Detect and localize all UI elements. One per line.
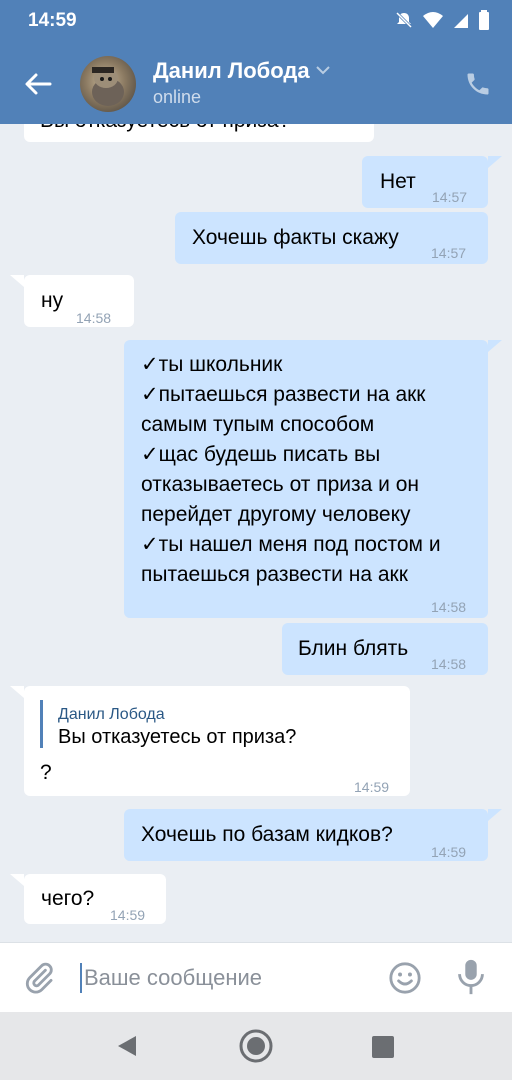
bubble-tail [10,686,24,698]
message-time: 14:57 [328,124,363,132]
signal-icon [454,14,468,28]
message-incoming[interactable]: Вы отказуетесь от приза? 14:57 [24,124,374,142]
phone-icon[interactable] [464,70,492,98]
message-incoming-reply[interactable]: Данил Лобода Вы отказуетесь от приза? ? … [24,686,410,796]
message-line: перейдет другому человеку [141,503,411,526]
message-outgoing[interactable]: ✓ты школьник ✓пытаешься развести на акк … [124,340,488,618]
message-text: Блин блять [298,637,409,660]
contact-status: online [153,87,202,107]
nav-back-icon[interactable] [116,1034,138,1058]
smile-icon[interactable] [388,961,422,995]
message-text: ну [41,289,64,312]
nav-recent-icon[interactable] [372,1036,394,1058]
message-time: 14:58 [431,656,467,672]
message-line: ✓ты школьник [141,353,283,376]
system-nav-bar [0,1012,512,1080]
message-outgoing[interactable]: Нет 14:57 [362,156,488,208]
message-outgoing[interactable]: Хочешь факты скажу 14:57 [175,212,488,264]
message-line: пытаешься развести на акк [141,563,408,586]
nav-home-icon[interactable] [238,1028,274,1064]
microphone-icon[interactable] [456,957,486,997]
message-outgoing[interactable]: Блин блять 14:58 [282,623,488,675]
status-icons [394,10,490,30]
message-time: 14:59 [110,907,146,923]
bubble-tail [488,809,502,821]
message-line: ✓ты нашел меня под постом и [141,533,441,556]
contact-name[interactable]: Данил Лобода [153,58,310,84]
chat-header: Данил Лобода online [0,44,512,124]
bubble-tail [10,275,24,287]
message-text: Хочешь факты скажу [192,226,399,249]
paperclip-icon[interactable] [22,961,56,995]
message-time: 14:57 [431,245,467,261]
message-line: самым тупым способом [141,413,375,436]
bubble-tail [488,340,502,352]
status-time: 14:59 [28,10,77,31]
message-time: 14:58 [431,599,467,615]
message-text: ? [40,761,52,784]
battery-icon [479,10,489,30]
message-text: ✓ты школьник ✓пытаешься развести на акк … [141,350,441,590]
message-time: 14:57 [432,189,468,205]
chevron-down-icon[interactable] [315,64,331,76]
bubble-tail [488,156,502,168]
message-text: Нет [380,170,416,193]
reply-text: Вы отказуетесь от приза? [58,726,297,748]
message-outgoing[interactable]: Хочешь по базам кидков? 14:59 [124,809,488,861]
message-line: ✓пытаешься развести на акк [141,383,426,406]
message-line: ✓щас будешь писать вы [141,443,381,466]
mute-bell-icon [395,11,413,29]
message-input[interactable] [82,957,376,999]
message-time: 14:59 [431,844,467,860]
message-time: 14:58 [76,310,112,326]
status-bar: 14:59 [0,0,512,44]
wifi-icon [423,12,443,28]
chat-area[interactable]: Вы отказуетесь от приза? 14:57 Нет 14:57… [0,124,512,942]
avatar-image [92,67,124,106]
message-incoming[interactable]: чего? 14:59 [24,874,166,924]
message-time: 14:59 [354,779,390,795]
avatar[interactable] [80,56,136,112]
message-text: Хочешь по базам кидков? [141,823,393,846]
message-text: чего? [41,887,95,910]
arrow-left-icon [25,73,52,95]
message-input-bar [0,942,512,1013]
reply-quote-bar [40,700,43,748]
bubble-tail [10,874,24,886]
message-line: отказываетесь от приза и он [141,473,420,496]
message-incoming[interactable]: ну 14:58 [24,275,134,327]
message-text: Вы отказуетесь от приза? [40,124,290,136]
back-button[interactable] [18,66,58,102]
